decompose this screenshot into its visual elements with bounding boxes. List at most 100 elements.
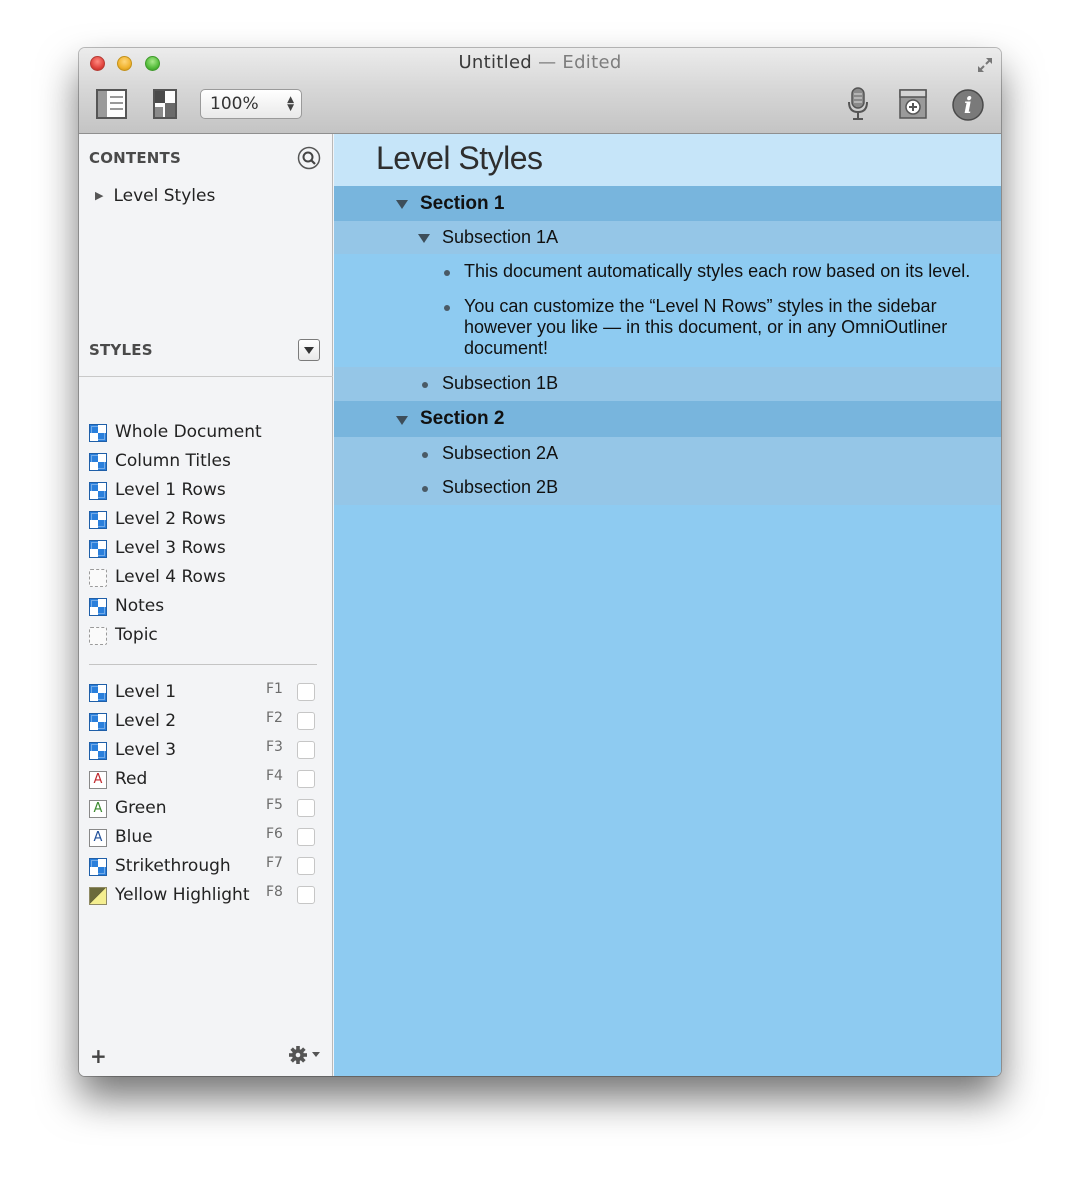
row-text[interactable]: This document automatically styles each … xyxy=(464,261,994,282)
sidebar: CONTENTS ▶ Level Styles STYLES Whole Docu… xyxy=(79,134,333,1076)
style-label: Level 2 Rows xyxy=(115,509,226,529)
shortcut-key: F6 xyxy=(266,826,283,842)
style-label: Column Titles xyxy=(115,451,231,471)
search-icon[interactable] xyxy=(297,146,321,170)
styles-heading: STYLES xyxy=(89,341,153,359)
edited-indicator: — Edited xyxy=(538,52,622,73)
style-swatch-icon xyxy=(89,598,107,616)
info-icon[interactable]: i xyxy=(951,88,985,122)
disclosure-triangle-icon[interactable]: ▶ xyxy=(95,189,103,202)
style-level-4-rows[interactable]: Level 4 Rows xyxy=(89,567,319,589)
shortcut-key: F1 xyxy=(266,681,283,697)
microphone-icon[interactable] xyxy=(846,86,870,122)
outline-row-level-3[interactable]: You can customize the “Level N Rows” sty… xyxy=(334,289,1001,367)
style-swatch-icon xyxy=(89,482,107,500)
row-text[interactable]: Subsection 1A xyxy=(442,227,558,248)
outline-row-subsection-1a[interactable]: Subsection 1A xyxy=(334,221,1001,254)
named-style-blue[interactable]: A Blue F6 xyxy=(89,826,319,849)
style-checkbox[interactable] xyxy=(297,683,315,701)
shortcut-key: F3 xyxy=(266,739,283,755)
gear-icon[interactable] xyxy=(288,1044,324,1066)
title-bar: Untitled — Edited 100% ▲ ▼ i xyxy=(79,48,1001,134)
style-label: Level 3 xyxy=(115,740,177,760)
named-style-level-3[interactable]: Level 3 F3 xyxy=(89,739,319,762)
styles-menu-button[interactable] xyxy=(298,339,320,361)
shortcut-key: F8 xyxy=(266,884,283,900)
outline-row-section-1[interactable]: Section 1 xyxy=(334,186,1001,221)
style-topic[interactable]: Topic xyxy=(89,625,319,647)
outline-row-subsection-1b[interactable]: Subsection 1B xyxy=(334,367,1001,401)
style-column-titles[interactable]: Column Titles xyxy=(89,451,319,473)
zoom-select[interactable]: 100% ▲ ▼ xyxy=(200,89,302,119)
style-checkbox[interactable] xyxy=(297,857,315,875)
style-swatch-icon xyxy=(89,511,107,529)
style-checkbox[interactable] xyxy=(297,799,315,817)
style-whole-document[interactable]: Whole Document xyxy=(89,422,319,444)
style-label: Level 1 Rows xyxy=(115,480,226,500)
row-text[interactable]: Subsection 2A xyxy=(442,443,558,464)
style-swatch-icon xyxy=(89,453,107,471)
style-label: Red xyxy=(115,769,148,789)
row-text[interactable]: You can customize the “Level N Rows” sty… xyxy=(464,296,984,359)
style-label: Level 1 xyxy=(115,682,177,702)
row-text[interactable]: Subsection 2B xyxy=(442,477,558,498)
style-checkbox[interactable] xyxy=(297,741,315,759)
bullet-icon xyxy=(422,486,428,492)
outline-editor[interactable]: Level Styles Section 1 Subsection 1A Thi… xyxy=(334,134,1001,1076)
add-attachment-icon[interactable] xyxy=(898,88,928,120)
document-title[interactable]: Level Styles xyxy=(376,140,543,177)
bullet-icon xyxy=(422,382,428,388)
style-label: Level 4 Rows xyxy=(115,567,226,587)
triangle-down-icon xyxy=(304,347,314,354)
named-style-level-1[interactable]: Level 1 F1 xyxy=(89,681,319,704)
style-level-1-rows[interactable]: Level 1 Rows xyxy=(89,480,319,502)
named-style-level-2[interactable]: Level 2 F2 xyxy=(89,710,319,733)
disclosure-triangle-icon[interactable] xyxy=(396,200,408,209)
style-level-2-rows[interactable]: Level 2 Rows xyxy=(89,509,319,531)
contents-item-level-styles[interactable]: ▶ Level Styles xyxy=(95,186,215,206)
style-checkbox[interactable] xyxy=(297,770,315,788)
inspector-layout-icon[interactable] xyxy=(152,88,180,120)
app-window: Untitled — Edited 100% ▲ ▼ i CONTENTS ▶ … xyxy=(79,48,1001,1076)
named-style-red[interactable]: A Red F4 xyxy=(89,768,319,791)
sidebar-divider xyxy=(79,376,333,377)
style-label: Notes xyxy=(115,596,165,616)
contents-heading: CONTENTS xyxy=(89,149,181,167)
style-swatch-icon xyxy=(89,540,107,558)
row-text[interactable]: Subsection 1B xyxy=(442,373,558,394)
style-level-3-rows[interactable]: Level 3 Rows xyxy=(89,538,319,560)
row-text[interactable]: Section 1 xyxy=(420,193,504,214)
style-swatch-icon xyxy=(89,858,107,876)
shortcut-key: F5 xyxy=(266,797,283,813)
style-label: Level 3 Rows xyxy=(115,538,226,558)
row-text[interactable]: Section 2 xyxy=(420,408,504,429)
add-style-button[interactable]: + xyxy=(90,1044,107,1068)
green-text-style-icon: A xyxy=(89,800,107,818)
style-label: Yellow Highlight xyxy=(115,885,250,905)
blue-text-style-icon: A xyxy=(89,829,107,847)
sidebar-toggle-icon[interactable] xyxy=(96,88,128,120)
named-style-green[interactable]: A Green F5 xyxy=(89,797,319,820)
empty-style-swatch-icon xyxy=(89,627,107,645)
style-notes[interactable]: Notes xyxy=(89,596,319,618)
disclosure-triangle-icon[interactable] xyxy=(418,234,430,243)
outline-row-level-3[interactable]: This document automatically styles each … xyxy=(334,254,1001,289)
outline-row-section-2[interactable]: Section 2 xyxy=(334,401,1001,437)
disclosure-triangle-icon[interactable] xyxy=(396,416,408,425)
style-checkbox[interactable] xyxy=(297,886,315,904)
empty-style-swatch-icon xyxy=(89,569,107,587)
bullet-icon xyxy=(444,305,450,311)
outline-row-subsection-2a[interactable]: Subsection 2A xyxy=(334,437,1001,471)
named-style-strikethrough[interactable]: Strikethrough F7 xyxy=(89,855,319,878)
style-label: Level 2 xyxy=(115,711,177,731)
outline-row-subsection-2b[interactable]: Subsection 2B xyxy=(334,471,1001,505)
style-checkbox[interactable] xyxy=(297,828,315,846)
named-style-yellow-highlight[interactable]: Yellow Highlight F8 xyxy=(89,884,319,907)
style-label: Green xyxy=(115,798,167,818)
style-label: Whole Document xyxy=(115,422,262,442)
style-checkbox[interactable] xyxy=(297,712,315,730)
document-name: Untitled xyxy=(458,52,533,73)
style-swatch-icon xyxy=(89,684,107,702)
fullscreen-icon[interactable] xyxy=(975,55,995,75)
contents-item-label: Level Styles xyxy=(113,186,216,206)
